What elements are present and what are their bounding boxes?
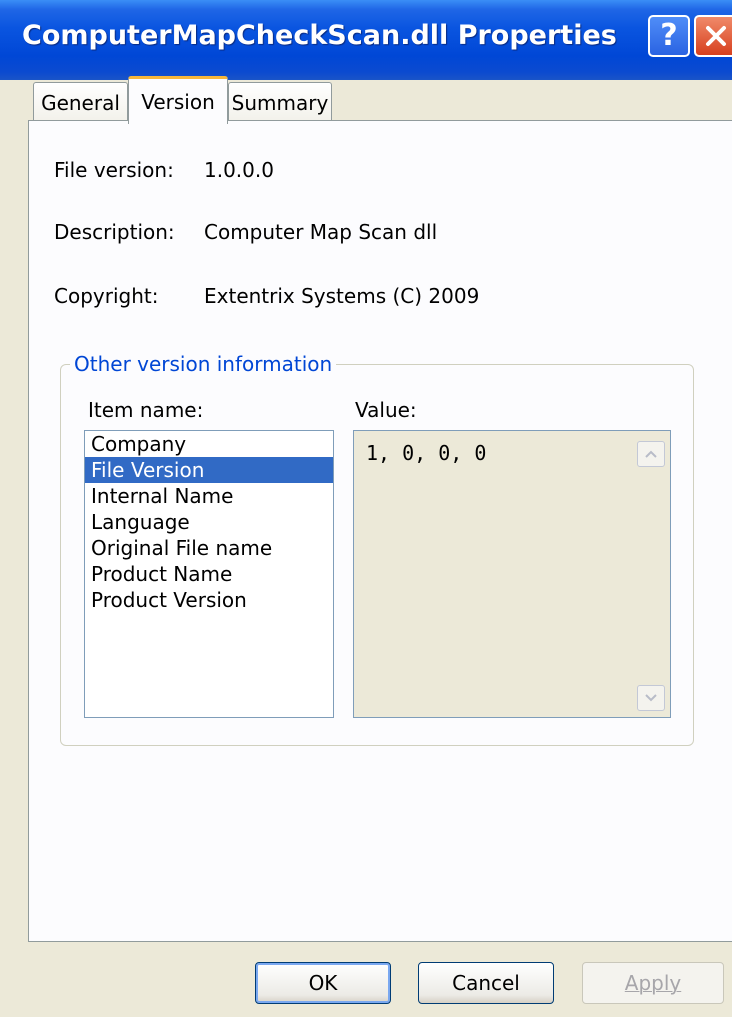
group-title: Other version information [70,352,337,376]
apply-button[interactable]: Apply [582,962,724,1004]
tab-general[interactable]: General [33,82,128,122]
properties-dialog: ComputerMapCheckScan.dll Properties ? Ge… [0,0,732,1017]
tab-summary[interactable]: Summary [228,82,332,122]
window-title: ComputerMapCheckScan.dll Properties [22,20,617,51]
tab-version[interactable]: Version [128,76,228,124]
help-icon: ? [660,18,678,53]
description-label: Description: [54,220,175,244]
list-item-original-file-name[interactable]: Original File name [85,535,333,561]
item-name-header: Item name: [88,398,204,422]
file-version-label: File version: [54,158,174,182]
list-item-product-version[interactable]: Product Version [85,587,333,613]
description-value: Computer Map Scan dll [204,220,438,244]
list-item-company[interactable]: Company [85,431,333,457]
title-bar[interactable]: ComputerMapCheckScan.dll Properties ? [0,0,732,80]
help-button[interactable]: ? [648,15,690,57]
chevron-up-icon [645,450,657,458]
scroll-down-button[interactable] [637,685,665,711]
close-button[interactable] [694,15,732,57]
value-text: 1, 0, 0, 0 [366,441,487,465]
file-version-value: 1.0.0.0 [204,158,274,182]
item-name-list[interactable]: Company File Version Internal Name Langu… [84,430,334,718]
chevron-down-icon [645,694,657,702]
list-item-file-version[interactable]: File Version [85,457,333,483]
close-icon [706,26,726,46]
list-item-product-name[interactable]: Product Name [85,561,333,587]
copyright-label: Copyright: [54,284,159,308]
value-scroll-track[interactable] [637,467,665,685]
ok-button[interactable]: OK [255,962,391,1004]
value-header: Value: [355,398,417,422]
list-item-internal-name[interactable]: Internal Name [85,483,333,509]
copyright-value: Extentrix Systems (C) 2009 [204,284,480,308]
scroll-up-button[interactable] [637,441,665,467]
value-textbox[interactable]: 1, 0, 0, 0 [353,430,671,718]
list-item-language[interactable]: Language [85,509,333,535]
cancel-button[interactable]: Cancel [418,962,554,1004]
